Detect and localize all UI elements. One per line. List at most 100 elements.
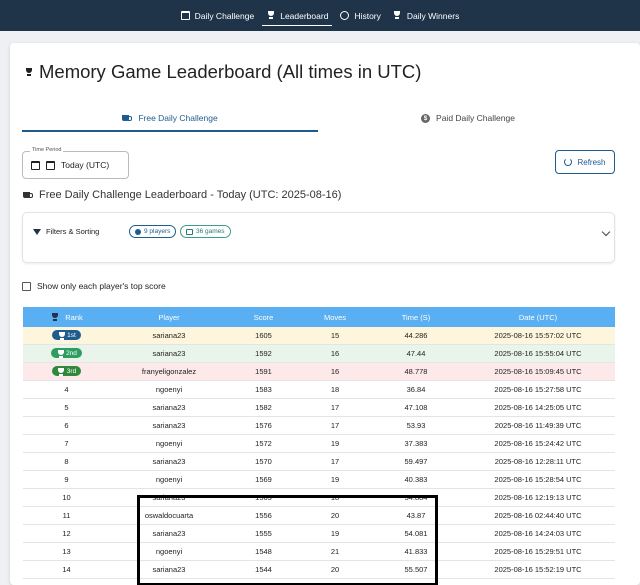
top-nav: Daily Challenge Leaderboard History Dail… — [0, 0, 640, 31]
rank-cell: 4 — [64, 385, 69, 394]
tab-paid-label: Paid Daily Challenge — [436, 113, 515, 123]
table-row: 2nd sariana23 1592 16 47.44 2025-08-16 15:55:… — [23, 345, 615, 363]
header-time[interactable]: Time (S) — [371, 313, 461, 322]
header-rank[interactable]: Rank — [23, 312, 110, 322]
table-row: 1st sariana23 1605 15 44.286 2025-08-16 15:57… — [23, 327, 615, 345]
nav-daily-winners[interactable]: Daily Winners — [387, 0, 465, 31]
player-cell: sariana23 — [152, 349, 186, 358]
refresh-icon — [564, 158, 573, 166]
rank-cell: 10 — [62, 493, 71, 502]
score-cell: 1570 — [255, 457, 272, 466]
table-row: 14 sariana23 1544 20 55.507 2025-08-16 15:52:… — [23, 561, 615, 579]
time-cell: 37.383 — [404, 439, 428, 448]
filters-panel[interactable]: Filters & Sorting 9 players 36 games — [22, 212, 615, 263]
score-cell: 1572 — [255, 439, 272, 448]
moves-cell: 17 — [330, 421, 340, 430]
moves-cell: 16 — [330, 349, 340, 358]
player-cell: sariana23 — [152, 421, 186, 430]
top-score-checkbox[interactable] — [22, 281, 31, 291]
date-cell: 2025-08-16 12:28:11 UTC — [494, 457, 582, 466]
trophy-icon — [57, 367, 65, 376]
nav-history[interactable]: History — [334, 0, 386, 31]
rank-cell: 13 — [62, 547, 71, 556]
score-cell: 1592 — [255, 349, 272, 358]
nav-leaderboard[interactable]: Leaderboard — [260, 0, 334, 31]
header-rank-label: Rank — [65, 312, 83, 322]
time-cell: 41.833 — [404, 547, 428, 556]
tab-paid-daily-challenge[interactable]: $ Paid Daily Challenge — [320, 103, 616, 133]
top-score-toggle[interactable]: Show only each player's top score — [22, 281, 166, 291]
score-cell: 1582 — [255, 403, 272, 412]
score-cell: 1583 — [255, 385, 272, 394]
games-count-chip: 36 games — [180, 225, 231, 238]
date-cell: 2025-08-16 02:44:40 UTC — [494, 511, 582, 520]
header-moves[interactable]: Moves — [299, 313, 371, 322]
history-icon — [340, 11, 350, 20]
date-cell: 2025-08-16 15:29:51 UTC — [494, 547, 582, 556]
rank-cell: 12 — [62, 529, 71, 538]
time-cell: 44.286 — [404, 331, 428, 340]
date-cell: 2025-08-16 15:52:19 UTC — [494, 565, 582, 574]
time-period-select[interactable]: Time Period Today (UTC) — [22, 147, 129, 179]
refresh-label: Refresh — [577, 157, 606, 167]
player-cell: sariana23 — [152, 529, 186, 538]
time-cell: 47.108 — [404, 403, 428, 412]
refresh-button[interactable]: Refresh — [555, 150, 615, 174]
rank-badge: 2nd — [51, 348, 82, 359]
tab-active-indicator — [22, 130, 318, 132]
player-cell: ngoenyi — [155, 439, 183, 448]
moves-cell: 15 — [330, 331, 340, 340]
date-cell: 2025-08-16 15:57:02 UTC — [494, 331, 582, 340]
table-row: 3rd franyeligonzalez 1591 16 48.778 2025-08-1… — [23, 363, 615, 381]
players-count: 9 players — [144, 228, 171, 235]
date-cell: 2025-08-16 15:27:58 UTC — [494, 385, 582, 394]
header-date[interactable]: Date (UTC) — [461, 313, 615, 322]
tab-free-label: Free Daily Challenge — [138, 113, 218, 123]
score-cell: 1569 — [255, 475, 272, 484]
table-row: 12 sariana23 1555 19 54.081 2025-08-16 14:24:… — [23, 525, 615, 543]
header-score[interactable]: Score — [228, 313, 299, 322]
time-cell: 48.778 — [404, 367, 428, 376]
player-cell: sariana23 — [152, 565, 186, 574]
page-title: Memory Game Leaderboard (All times in UT… — [24, 61, 421, 83]
rank-cell: 3rd — [23, 366, 110, 377]
score-cell: 1555 — [255, 529, 272, 538]
chevron-down-icon[interactable] — [601, 227, 611, 237]
rank-cell: 8 — [64, 457, 69, 466]
nav-daily-challenge[interactable]: Daily Challenge — [175, 0, 261, 31]
table-row: 9 ngoenyi 1569 19 40.383 2025-08-16 15:28:54 … — [23, 471, 615, 489]
time-cell: 47.44 — [406, 349, 426, 358]
player-cell: ngoenyi — [155, 547, 183, 556]
trophy-icon — [50, 312, 59, 322]
cup-icon — [122, 114, 133, 122]
rank-cell: 9 — [64, 475, 69, 484]
moves-cell: 16 — [330, 367, 340, 376]
filter-icon — [33, 228, 41, 235]
table-row: 10 sariana23 1565 18 54.884 2025-08-16 12:19:… — [23, 489, 615, 507]
rank-cell: 1st — [23, 330, 110, 341]
leaderboard-table: Rank Player Score Moves Time (S) Date (U… — [23, 307, 615, 579]
player-cell: sariana23 — [152, 331, 186, 340]
moves-cell: 17 — [330, 403, 340, 412]
time-period-value: Today (UTC) — [61, 160, 110, 170]
table-header: Rank Player Score Moves Time (S) Date (U… — [23, 307, 615, 327]
trophy-icon — [266, 11, 275, 20]
score-cell: 1591 — [255, 367, 272, 376]
trophy-icon — [57, 331, 65, 340]
moves-cell: 19 — [330, 439, 340, 448]
players-count-chip: 9 players — [129, 225, 177, 238]
dollar-icon: $ — [421, 113, 431, 123]
player-cell: ngoenyi — [155, 385, 183, 394]
trophy-icon — [24, 67, 33, 77]
date-cell: 2025-08-16 15:09:45 UTC — [494, 367, 582, 376]
player-cell: franyeligonzalez — [141, 367, 197, 376]
moves-cell: 20 — [330, 511, 340, 520]
player-cell: sariana23 — [152, 403, 186, 412]
header-player[interactable]: Player — [110, 313, 228, 322]
time-cell: 36.84 — [406, 385, 426, 394]
rank-cell: 14 — [62, 565, 71, 574]
table-row: 11 oswaldocuarta 1556 20 43.87 2025-08-16 02:… — [23, 507, 615, 525]
page-title-text: Memory Game Leaderboard (All times in UT… — [39, 61, 422, 82]
tab-free-daily-challenge[interactable]: Free Daily Challenge — [22, 103, 318, 133]
table-row: 8 sariana23 1570 17 59.497 2025-08-16 12:28:1… — [23, 453, 615, 471]
